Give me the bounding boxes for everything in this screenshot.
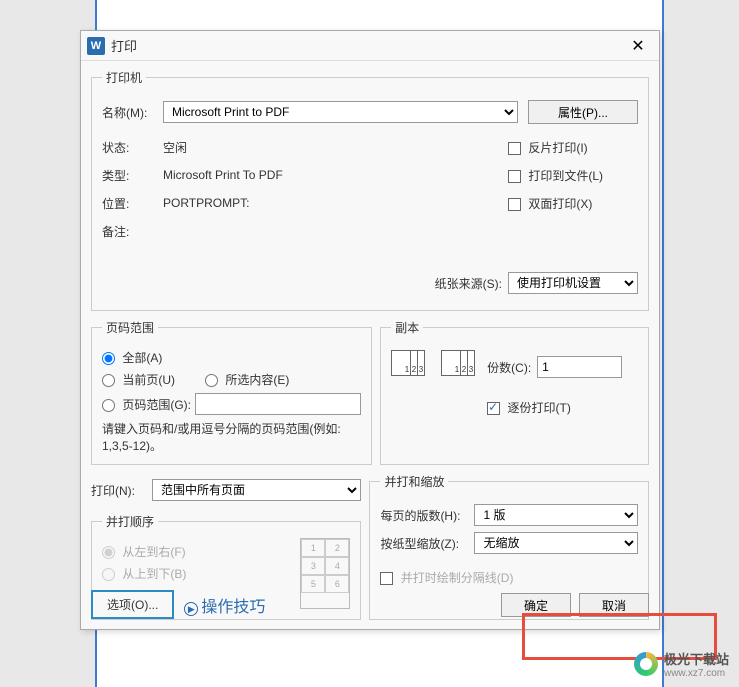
type-label: 类型: [102,167,157,184]
range-legend: 页码范围 [102,319,158,336]
ok-button[interactable]: 确定 [501,593,571,617]
printer-legend: 打印机 [102,69,146,86]
app-icon: W [87,37,105,55]
copies-count-label: 份数(C): [487,359,531,376]
pages-per-sheet-label: 每页的版数(H): [380,507,468,524]
printer-group: 打印机 名称(M): Microsoft Print to PDF 属性(P).… [91,69,649,311]
watermark-url: www.xz7.com [664,668,729,679]
print-dialog: W 打印 ✕ 打印机 名称(M): Microsoft Print to PDF… [80,30,660,630]
status-value: 空闲 [163,139,187,156]
copies-group: 副本 3 2 1 3 2 1 [380,319,649,465]
duplex-checkbox[interactable]: 双面打印(X) [508,195,592,212]
options-button[interactable]: 选项(O)... [91,590,174,619]
type-value: Microsoft Print To PDF [163,168,283,182]
order-lr-radio: 从左到右(F) [102,543,186,560]
scale-to-paper-select[interactable]: 无缩放 [474,532,638,554]
bottom-bar: 选项(O)... ▶操作技巧 确定 取消 [91,590,649,619]
watermark-logo-icon [634,652,658,676]
tips-link[interactable]: ▶操作技巧 [184,593,265,617]
comment-label: 备注: [102,223,157,240]
scale-legend: 并打和缩放 [380,473,448,490]
order-tb-radio: 从上到下(B) [102,565,186,582]
window-title: 打印 [111,36,623,55]
printer-name-label: 名称(M): [102,104,157,121]
pages-per-sheet-select[interactable]: 1 版 [474,504,638,526]
collate-preview-icon-2: 3 2 1 [441,350,481,390]
print-what-label: 打印(N): [91,482,146,499]
status-label: 状态: [102,139,157,156]
paper-source-select[interactable]: 使用打印机设置 [508,272,638,294]
page-range-group: 页码范围 全部(A) 当前页(U) 所选内容(E) 页码范围(G): 请键入页码… [91,319,372,465]
paper-source-label: 纸张来源(S): [435,275,502,292]
properties-button[interactable]: 属性(P)... [528,100,638,124]
copies-count-input[interactable] [537,356,622,378]
print-what-select[interactable]: 范围中所有页面 [152,479,361,501]
range-pages-radio[interactable]: 页码范围(G): [102,396,191,413]
watermark-text: 极光下载站 [664,649,729,668]
location-label: 位置: [102,195,157,212]
print-to-file-checkbox[interactable]: 打印到文件(L) [508,167,603,184]
range-all-radio[interactable]: 全部(A) [102,349,162,366]
printer-name-select[interactable]: Microsoft Print to PDF [163,101,518,123]
range-pages-input[interactable] [195,393,361,415]
watermark: 极光下载站 www.xz7.com [634,649,729,679]
dialog-content: 打印机 名称(M): Microsoft Print to PDF 属性(P).… [81,61,659,636]
info-icon: ▶ [184,602,198,616]
range-note: 请键入页码和/或用逗号分隔的页码范围(例如: 1,3,5-12)。 [102,420,361,454]
collate-preview-icon-1: 3 2 1 [391,350,431,390]
draw-lines-checkbox: 并打时绘制分隔线(D) [380,569,513,586]
close-button[interactable]: ✕ [623,32,653,60]
range-selection-radio[interactable]: 所选内容(E) [205,371,289,388]
range-current-radio[interactable]: 当前页(U) [102,371,175,388]
location-value: PORTPROMPT: [163,196,249,210]
titlebar: W 打印 ✕ [81,31,659,61]
order-legend: 并打顺序 [102,513,158,530]
copies-legend: 副本 [391,319,423,336]
scale-to-paper-label: 按纸型缩放(Z): [380,535,468,552]
cancel-button[interactable]: 取消 [579,593,649,617]
collate-checkbox[interactable]: 逐份打印(T) [487,399,571,416]
reverse-print-checkbox[interactable]: 反片打印(I) [508,139,588,156]
